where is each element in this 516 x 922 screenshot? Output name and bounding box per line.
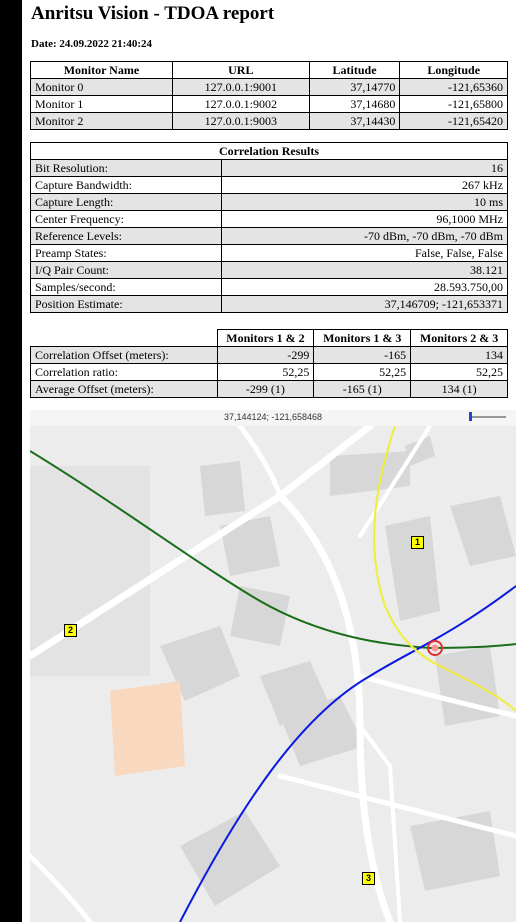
correlation-value: 267 kHz: [221, 176, 508, 194]
correlation-value: 16: [221, 159, 508, 177]
monitor-longitude: -121,65360: [399, 78, 508, 96]
table-row: Monitor 1 127.0.0.1:9002 37,14680 -121,6…: [30, 95, 508, 113]
table-row: Bit Resolution: 16: [30, 159, 508, 177]
correlation-value: 96,1000 MHz: [221, 210, 508, 228]
table-row: Preamp States: False, False, False: [30, 244, 508, 262]
table-row: Correlation Offset (meters): -299 -165 1…: [30, 346, 508, 364]
offsets-value: 134 (1): [410, 380, 508, 398]
table-row: I/Q Pair Count: 38.121: [30, 261, 508, 279]
table-row: Position Estimate: 37,146709; -121,65337…: [30, 295, 508, 313]
monitor-name: Monitor 1: [30, 95, 173, 113]
table-row: Capture Bandwidth: 267 kHz: [30, 176, 508, 194]
offsets-header: Monitors 1 & 2: [216, 329, 315, 347]
report-page: Anritsu Vision - TDOA report Date: 24.09…: [22, 0, 516, 922]
monitor-name: Monitor 0: [30, 78, 173, 96]
table-row: Reference Levels: -70 dBm, -70 dBm, -70 …: [30, 227, 508, 245]
correlation-value: 38.121: [221, 261, 508, 279]
monitor-marker-3[interactable]: 3: [362, 872, 375, 885]
monitor-latitude: 37,14430: [308, 112, 401, 130]
correlation-label: Preamp States:: [30, 244, 222, 262]
map-canvas[interactable]: [30, 426, 516, 922]
correlation-label: Position Estimate:: [30, 295, 222, 313]
table-row: Center Frequency: 96,1000 MHz: [30, 210, 508, 228]
monitor-name: Monitor 2: [30, 112, 173, 130]
table-row: Average Offset (meters): -299 (1) -165 (…: [30, 380, 508, 398]
correlation-value: -70 dBm, -70 dBm, -70 dBm: [221, 227, 508, 245]
offsets-value: 52,25: [410, 363, 508, 381]
correlation-value: False, False, False: [221, 244, 508, 262]
offsets-value: -299: [216, 346, 315, 364]
correlation-label: I/Q Pair Count:: [30, 261, 222, 279]
offsets-value: -165 (1): [313, 380, 412, 398]
zoom-slider[interactable]: [469, 412, 506, 421]
table-row: Monitor 2 127.0.0.1:9003 37,14430 -121,6…: [30, 112, 508, 130]
offsets-label: Average Offset (meters):: [30, 380, 218, 398]
correlation-label: Bit Resolution:: [30, 159, 222, 177]
table-row: Samples/second: 28.593.750,00: [30, 278, 508, 296]
monitors-table: Monitor Name URL Latitude Longitude Moni…: [30, 61, 508, 130]
map-building-highlight: [110, 681, 185, 776]
correlation-label: Capture Length:: [30, 193, 222, 211]
monitor-latitude: 37,14680: [308, 95, 401, 113]
table-row: Capture Length: 10 ms: [30, 193, 508, 211]
offsets-header: Monitors 2 & 3: [410, 329, 508, 347]
monitor-longitude: -121,65800: [399, 95, 508, 113]
report-title: Anritsu Vision - TDOA report: [31, 3, 275, 24]
correlation-value: 28.593.750,00: [221, 278, 508, 296]
offsets-header: Monitors 1 & 3: [313, 329, 412, 347]
map-coordinate-bar: 37,144124; -121,658468: [30, 410, 516, 426]
offsets-label: Correlation ratio:: [30, 363, 218, 381]
monitor-url: 127.0.0.1:9001: [171, 78, 310, 96]
offsets-empty-corner: [30, 329, 217, 347]
position-estimate-center: [431, 644, 439, 652]
correlation-table: Correlation Results Bit Resolution: 16 C…: [30, 142, 508, 313]
monitors-header-name: Monitor Name: [30, 61, 173, 79]
correlation-title: Correlation Results: [30, 142, 508, 160]
offsets-value: 52,25: [313, 363, 412, 381]
correlation-label: Capture Bandwidth:: [30, 176, 222, 194]
offsets-value: -299 (1): [216, 380, 315, 398]
offsets-value: -165: [313, 346, 412, 364]
offsets-value: 52,25: [216, 363, 315, 381]
tdoa-map[interactable]: 37,144124; -121,658468 1 2 3: [30, 410, 516, 922]
monitor-marker-2[interactable]: 2: [64, 624, 77, 637]
offsets-table: Monitors 1 & 2 Monitors 1 & 3 Monitors 2…: [30, 329, 508, 398]
correlation-value: 37,146709; -121,653371: [221, 295, 508, 313]
map-coordinates: 37,144124; -121,658468: [223, 412, 323, 422]
offsets-value: 134: [410, 346, 508, 364]
monitors-header-latitude: Latitude: [308, 61, 401, 79]
monitor-longitude: -121,65420: [399, 112, 508, 130]
monitor-url: 127.0.0.1:9003: [171, 112, 310, 130]
correlation-label: Center Frequency:: [30, 210, 222, 228]
monitor-latitude: 37,14770: [308, 78, 401, 96]
correlation-label: Samples/second:: [30, 278, 222, 296]
monitors-header-url: URL: [171, 61, 310, 79]
report-date: Date: 24.09.2022 21:40:24: [31, 38, 152, 50]
correlation-value: 10 ms: [221, 193, 508, 211]
offsets-label: Correlation Offset (meters):: [30, 346, 218, 364]
zoom-slider-knob[interactable]: [469, 412, 472, 421]
monitor-marker-1[interactable]: 1: [411, 536, 424, 549]
table-row: Correlation ratio: 52,25 52,25 52,25: [30, 363, 508, 381]
monitor-url: 127.0.0.1:9002: [171, 95, 310, 113]
table-row: Monitor 0 127.0.0.1:9001 37,14770 -121,6…: [30, 78, 508, 96]
correlation-label: Reference Levels:: [30, 227, 222, 245]
monitors-header-longitude: Longitude: [399, 61, 508, 79]
